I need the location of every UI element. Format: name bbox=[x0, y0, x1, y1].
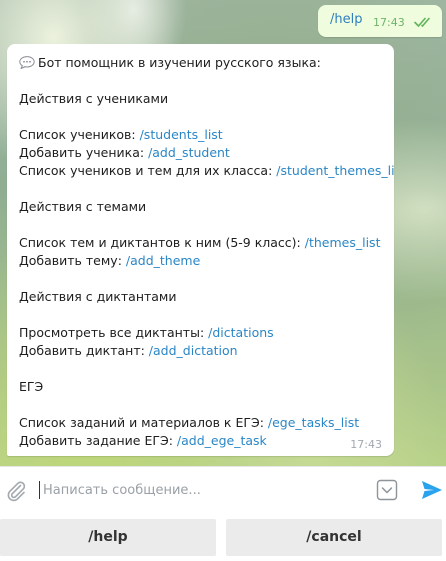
add-theme-command-link[interactable]: /add_theme bbox=[126, 253, 200, 268]
send-arrow-icon[interactable] bbox=[420, 479, 444, 501]
chevron-down-box-icon[interactable] bbox=[376, 479, 398, 501]
outgoing-message-time: 17:43 bbox=[373, 16, 405, 29]
bot-message-intro-line: Бот помощник в изучении русского языка: bbox=[19, 54, 387, 72]
help-keyboard-button[interactable]: /help bbox=[0, 519, 216, 556]
add-dictation-command-link[interactable]: /add_dictation bbox=[149, 343, 238, 358]
students-list-line: Список учеников: /students_list bbox=[19, 126, 387, 144]
add-ege-task-label: Добавить задание ЕГЭ: bbox=[19, 433, 177, 448]
student-themes-command-link[interactable]: /student_themes_list bbox=[276, 163, 394, 178]
add-student-line: Добавить ученика: /add_student bbox=[19, 144, 387, 162]
ege-tasks-command-link[interactable]: /ege_tasks_list bbox=[268, 415, 359, 430]
section-themes-heading: Действия с темами bbox=[19, 199, 147, 214]
bot-message-body: Бот помощник в изучении русского языка: … bbox=[19, 54, 394, 450]
add-student-label: Добавить ученика: bbox=[19, 145, 149, 160]
bot-message-time: 17:43 bbox=[350, 438, 382, 451]
students-list-label: Список учеников: bbox=[19, 127, 140, 142]
add-theme-line: Добавить тему: /add_theme bbox=[19, 252, 387, 270]
dictations-command-link[interactable]: /dictations bbox=[208, 325, 274, 340]
speech-bubble-icon bbox=[19, 56, 35, 69]
outgoing-message-text: /help bbox=[330, 12, 363, 27]
outgoing-message[interactable]: /help 17:43 bbox=[318, 5, 442, 37]
message-composer bbox=[0, 466, 446, 514]
add-dictation-line: Добавить диктант: /add_dictation bbox=[19, 342, 387, 360]
paperclip-icon[interactable] bbox=[4, 479, 28, 503]
dictations-label: Просмотреть все диктанты: bbox=[19, 325, 209, 340]
section-dictations-heading: Действия с диктантами bbox=[19, 289, 177, 304]
bot-intro-text: Бот помощник в изучении русского языка: bbox=[38, 55, 321, 70]
student-themes-line: Список учеников и тем для их класса: /st… bbox=[19, 162, 394, 180]
cancel-keyboard-button[interactable]: /cancel bbox=[226, 519, 442, 556]
ege-tasks-line: Список заданий и материалов к ЕГЭ: /ege_… bbox=[19, 414, 387, 432]
themes-list-line: Список тем и диктантов к ним (5-9 класс)… bbox=[19, 234, 387, 252]
themes-list-label: Список тем и диктантов к ним (5-9 класс)… bbox=[19, 235, 305, 250]
add-ege-task-line: Добавить задание ЕГЭ: /add_ege_task bbox=[19, 432, 387, 450]
students-list-command-link[interactable]: /students_list bbox=[140, 127, 223, 142]
section-ege-heading: ЕГЭ bbox=[19, 379, 44, 394]
add-ege-task-command-link[interactable]: /add_ege_task bbox=[177, 433, 267, 448]
section-students-heading: Действия с учениками bbox=[19, 91, 169, 106]
add-student-command-link[interactable]: /add_student bbox=[148, 145, 230, 160]
chat-background: /help 17:43 Бот помощник в изучении русс… bbox=[0, 0, 446, 466]
dictations-line: Просмотреть все диктанты: /dictations bbox=[19, 324, 387, 342]
message-input[interactable] bbox=[43, 475, 363, 505]
student-themes-label: Список учеников и тем для их класса: bbox=[19, 163, 277, 178]
add-theme-label: Добавить тему: bbox=[19, 253, 126, 268]
reply-keyboard: /help /cancel bbox=[0, 513, 446, 561]
double-check-icon bbox=[414, 17, 430, 27]
text-caret bbox=[39, 481, 40, 499]
ege-tasks-label: Список заданий и материалов к ЕГЭ: bbox=[19, 415, 268, 430]
themes-list-command-link[interactable]: /themes_list bbox=[305, 235, 381, 250]
bot-message[interactable]: Бот помощник в изучении русского языка: … bbox=[7, 44, 394, 456]
add-dictation-label: Добавить диктант: bbox=[19, 343, 149, 358]
